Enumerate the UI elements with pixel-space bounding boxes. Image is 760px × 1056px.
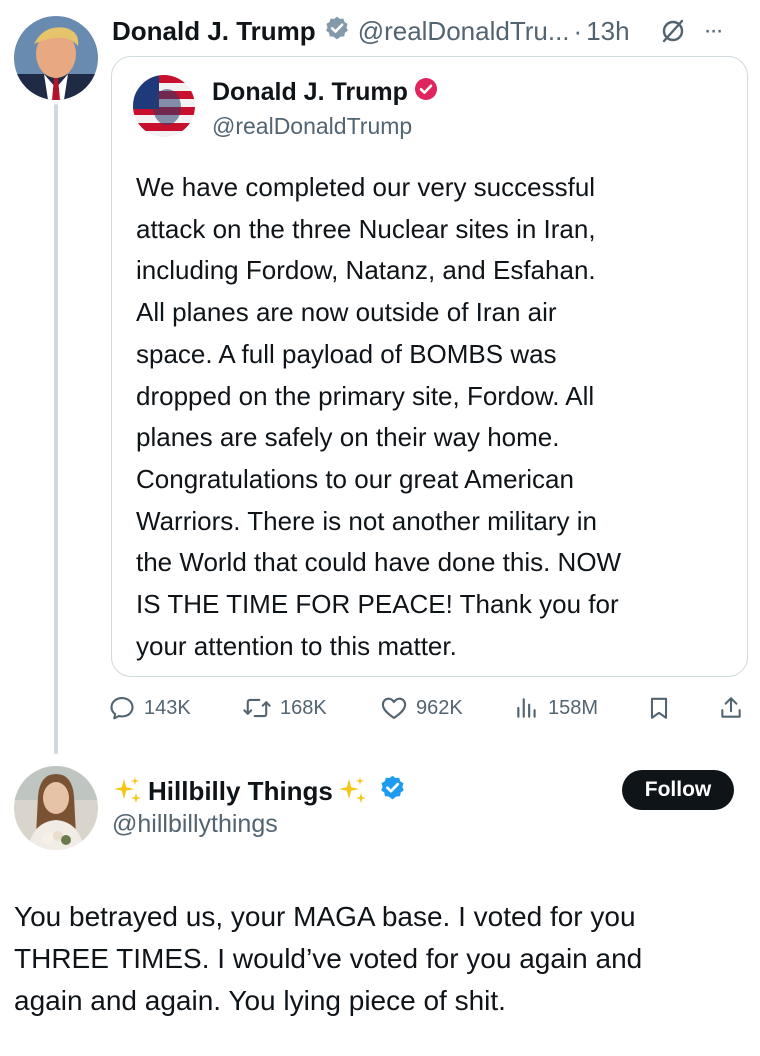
author-avatar[interactable]	[14, 16, 98, 100]
reply-author-handle[interactable]: @hillbillythings	[112, 810, 278, 839]
views-count: 158M	[548, 696, 599, 719]
text-line: You betrayed us, your MAGA base. I voted…	[14, 901, 636, 932]
text-line: your attention to this matter.	[136, 630, 457, 661]
text-line: the World that could have done this. NOW	[136, 547, 622, 578]
thread-line	[54, 104, 58, 754]
reply-body-text: You betrayed us, your MAGA base. I voted…	[14, 896, 744, 1022]
views-icon	[514, 694, 540, 722]
author-handle[interactable]: @realDonaldTru...	[358, 16, 570, 47]
grok-icon[interactable]	[660, 18, 686, 44]
quote-author-avatar[interactable]	[133, 75, 195, 137]
more-options-icon[interactable]: ···	[704, 17, 724, 45]
reply-icon	[108, 694, 136, 722]
quoted-post-card[interactable]: Donald J. Trump @realDonaldTrump We have…	[111, 56, 748, 677]
text-line: All planes are now outside of Iran air	[136, 297, 557, 328]
bookmark-icon	[646, 694, 672, 722]
tweet-header: Donald J. Trump @realDonaldTru... · 13h …	[112, 14, 724, 48]
reply-button[interactable]: 143K	[108, 688, 191, 728]
views-button[interactable]: 158M	[514, 688, 598, 728]
text-line: THREE TIMES. I would’ve voted for you ag…	[14, 943, 643, 974]
quote-author-handle[interactable]: @realDonaldTrump	[212, 113, 412, 140]
share-button[interactable]	[718, 688, 744, 728]
text-line: planes are safely on their way home.	[136, 422, 560, 453]
sparkles-icon	[337, 775, 369, 807]
reply-header: Hillbilly Things	[112, 772, 406, 810]
quote-name-row: Donald J. Trump	[212, 77, 438, 108]
timestamp[interactable]: 13h	[586, 16, 629, 47]
author-name[interactable]: Donald J. Trump	[112, 16, 316, 47]
quote-author-name[interactable]: Donald J. Trump	[212, 78, 408, 107]
reply-author-avatar[interactable]	[14, 766, 98, 850]
text-line: attack on the three Nuclear sites in Ira…	[136, 213, 596, 244]
sparkles-icon	[112, 775, 144, 807]
text-line: space. A full payload of BOMBS was	[136, 338, 557, 369]
repost-button[interactable]: 168K	[242, 688, 327, 728]
action-bar: 143K 168K 962K 158M	[0, 688, 760, 728]
heart-icon	[380, 694, 408, 722]
text-line: dropped on the primary site, Fordow. All	[136, 380, 595, 411]
text-line: IS THE TIME FOR PEACE! Thank you for	[136, 589, 619, 620]
follow-button[interactable]: Follow	[622, 770, 734, 810]
text-line: including Fordow, Natanz, and Esfahan.	[136, 255, 596, 286]
separator-dot: ·	[573, 15, 583, 46]
repost-count: 168K	[280, 696, 327, 719]
verified-blue-icon	[379, 774, 406, 808]
like-button[interactable]: 962K	[380, 688, 463, 728]
text-line: again and again. You lying piece of shit…	[14, 985, 506, 1016]
verified-red-icon	[414, 77, 438, 108]
repost-icon	[242, 694, 272, 722]
bookmark-button[interactable]	[646, 688, 672, 728]
quote-body-text: We have completed our very successful at…	[136, 167, 736, 667]
like-count: 962K	[416, 696, 463, 719]
text-line: We have completed our very successful	[136, 172, 596, 202]
share-icon	[718, 694, 744, 722]
verified-gray-icon	[324, 15, 350, 48]
text-line: Warriors. There is not another military …	[136, 505, 597, 536]
reply-author-name[interactable]: Hillbilly Things	[148, 776, 333, 807]
text-line: Congratulations to our great American	[136, 463, 574, 494]
reply-count: 143K	[144, 696, 191, 719]
